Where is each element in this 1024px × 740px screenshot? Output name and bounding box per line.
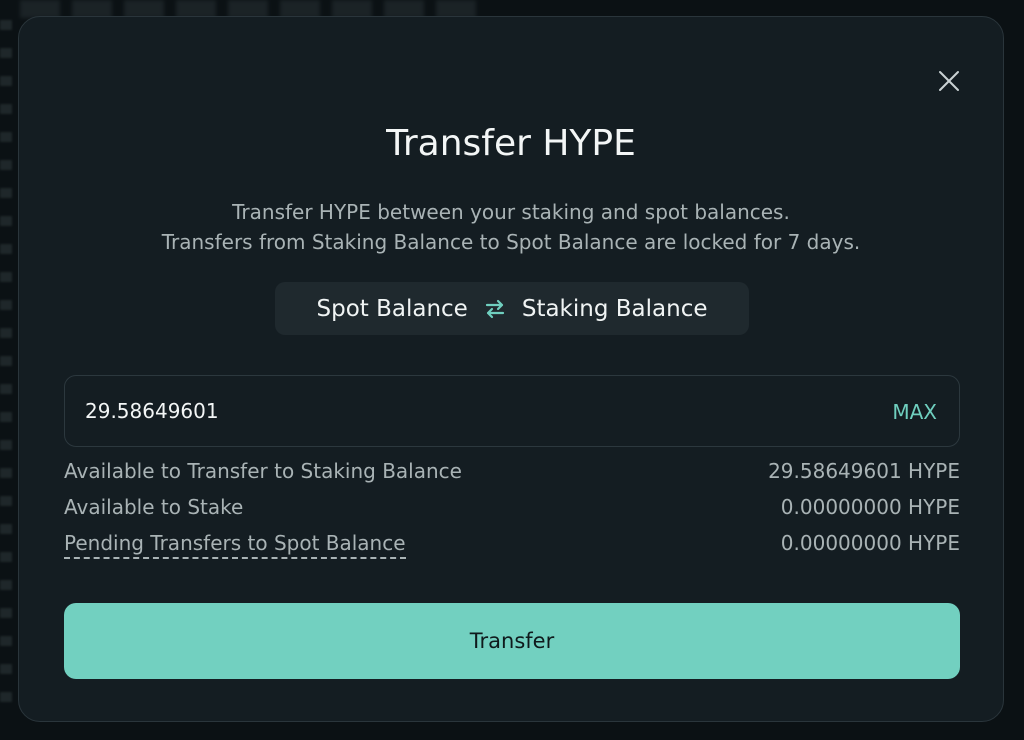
- close-icon: [939, 71, 959, 91]
- modal-title: Transfer HYPE: [386, 123, 636, 164]
- pending-transfers-tooltip-label[interactable]: Pending Transfers to Spot Balance: [64, 531, 406, 559]
- info-value: 0.00000000 HYPE: [780, 495, 960, 519]
- info-row-pending-transfers: Pending Transfers to Spot Balance 0.0000…: [64, 531, 960, 559]
- balance-direction-toggle[interactable]: Spot Balance Staking Balance: [275, 282, 749, 335]
- modal-subtitle-line2: Transfers from Staking Balance to Spot B…: [161, 230, 861, 254]
- info-value: 0.00000000 HYPE: [780, 531, 960, 555]
- amount-input[interactable]: [85, 376, 785, 446]
- info-label: Available to Stake: [64, 495, 244, 519]
- from-balance-label: Spot Balance: [316, 295, 468, 322]
- to-balance-label: Staking Balance: [521, 295, 708, 322]
- blurred-background-lines: [0, 20, 12, 720]
- info-row-available-transfer: Available to Transfer to Staking Balance…: [64, 459, 960, 483]
- info-value: 29.58649601 HYPE: [768, 459, 960, 483]
- close-button[interactable]: [937, 69, 961, 93]
- info-row-available-stake: Available to Stake 0.00000000 HYPE: [64, 495, 960, 519]
- transfer-modal: Transfer HYPE Transfer HYPE between your…: [18, 16, 1004, 722]
- max-button[interactable]: MAX: [892, 400, 937, 424]
- info-label: Available to Transfer to Staking Balance: [64, 459, 462, 483]
- swap-arrows-icon[interactable]: [482, 296, 508, 322]
- modal-subtitle-line1: Transfer HYPE between your staking and s…: [232, 200, 790, 224]
- amount-field: MAX: [64, 375, 960, 447]
- transfer-button[interactable]: Transfer: [64, 603, 960, 679]
